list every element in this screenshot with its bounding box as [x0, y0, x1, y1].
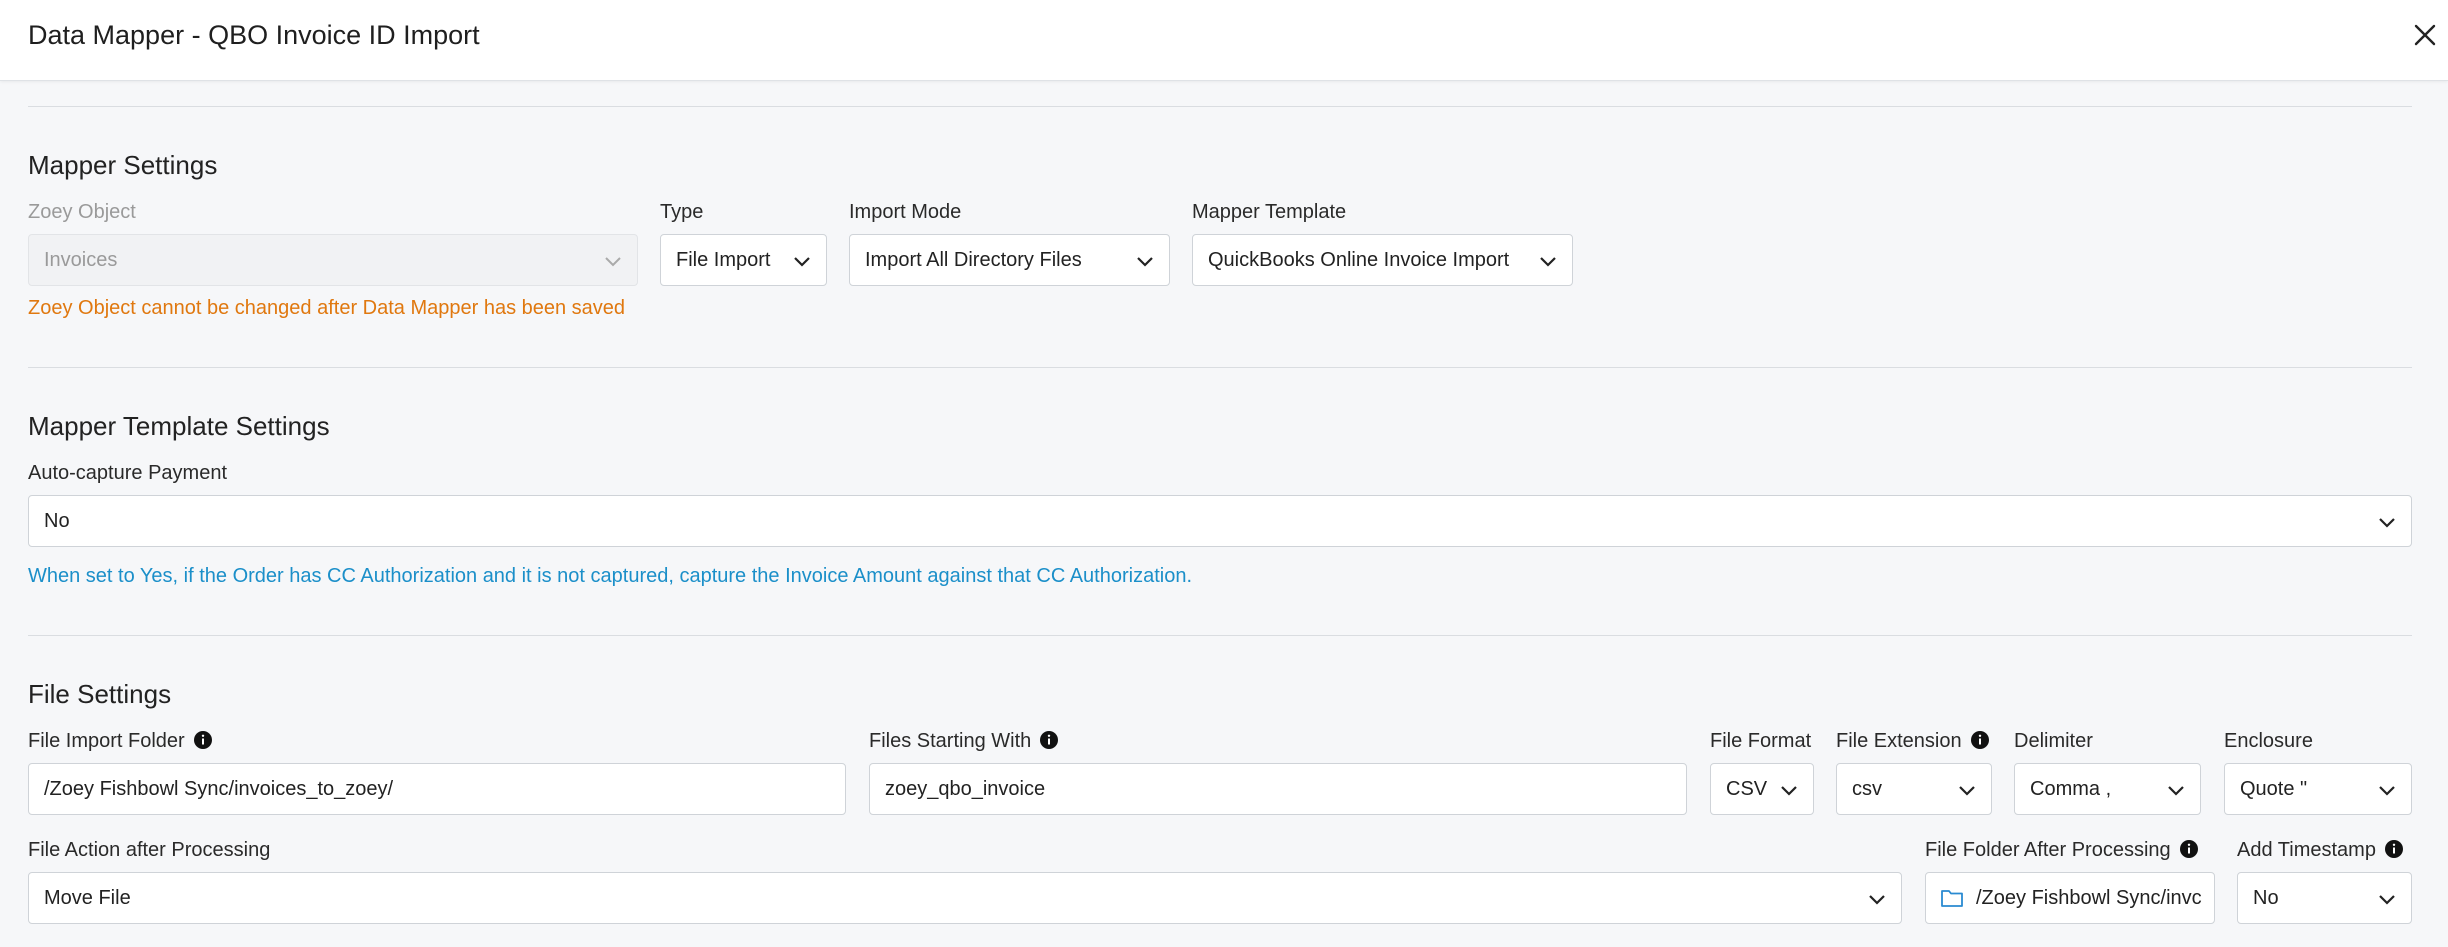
- delimiter-select[interactable]: Comma ,: [2014, 763, 2201, 815]
- info-icon[interactable]: [193, 730, 213, 750]
- chevron-down-icon: [1959, 786, 1975, 796]
- auto-capture-label: Auto-capture Payment: [28, 462, 227, 484]
- chevron-down-icon: [2379, 895, 2395, 905]
- files-starting-input[interactable]: zoey_qbo_invoice: [869, 763, 1687, 815]
- mapper-template-label: Mapper Template: [1192, 201, 1347, 223]
- auto-capture-select[interactable]: No: [28, 495, 2412, 547]
- file-extension-select[interactable]: csv: [1836, 763, 1992, 815]
- chevron-down-icon: [2379, 518, 2395, 528]
- add-timestamp-value: No: [2253, 887, 2279, 909]
- zoey-object-select: Invoices: [28, 234, 638, 286]
- enclosure-label: Enclosure: [2224, 730, 2313, 752]
- file-import-folder-input[interactable]: /Zoey Fishbowl Sync/invoices_to_zoey/: [28, 763, 846, 815]
- file-extension-label-text: File Extension: [1836, 730, 1962, 752]
- chevron-down-icon: [1137, 257, 1153, 267]
- divider: [28, 367, 2412, 368]
- chevron-down-icon: [794, 257, 810, 267]
- chevron-down-icon: [1781, 786, 1797, 796]
- info-icon[interactable]: [2179, 839, 2199, 859]
- import-mode-label: Import Mode: [849, 201, 962, 223]
- chevron-down-icon: [1540, 257, 1556, 267]
- chevron-down-icon: [1869, 895, 1885, 905]
- file-extension-label: File Extension: [1836, 730, 1990, 753]
- file-format-value: CSV: [1726, 778, 1768, 800]
- files-starting-label: Files Starting With: [869, 730, 1059, 753]
- type-select[interactable]: File Import: [660, 234, 827, 286]
- delimiter-label: Delimiter: [2014, 730, 2093, 752]
- zoey-object-warning: Zoey Object cannot be changed after Data…: [28, 297, 626, 319]
- folder-after-input[interactable]: /Zoey Fishbowl Sync/invc: [1925, 872, 2215, 924]
- info-icon[interactable]: [1970, 730, 1990, 750]
- close-icon[interactable]: [2410, 20, 2440, 50]
- add-timestamp-label: Add Timestamp: [2237, 839, 2404, 862]
- info-icon[interactable]: [2384, 839, 2404, 859]
- chevron-down-icon: [605, 257, 621, 267]
- mapper-template-select[interactable]: QuickBooks Online Invoice Import: [1192, 234, 1573, 286]
- folder-after-label: File Folder After Processing: [1925, 839, 2199, 862]
- mapper-settings-heading: Mapper Settings: [28, 150, 218, 180]
- folder-after-value: /Zoey Fishbowl Sync/invc: [1976, 887, 2202, 909]
- add-timestamp-select[interactable]: No: [2237, 872, 2412, 924]
- info-icon[interactable]: [1039, 730, 1059, 750]
- folder-icon[interactable]: [1940, 887, 1964, 909]
- enclosure-select[interactable]: Quote ": [2224, 763, 2412, 815]
- file-import-folder-value: /Zoey Fishbowl Sync/invoices_to_zoey/: [44, 778, 394, 800]
- delimiter-value: Comma ,: [2030, 778, 2112, 800]
- file-action-label: File Action after Processing: [28, 839, 271, 861]
- folder-after-label-text: File Folder After Processing: [1925, 839, 2171, 861]
- dialog-header: Data Mapper - QBO Invoice ID Import: [0, 0, 2448, 81]
- file-extension-value: csv: [1852, 778, 1882, 800]
- divider: [28, 635, 2412, 636]
- type-label: Type: [660, 201, 704, 223]
- zoey-object-value: Invoices: [44, 249, 118, 271]
- mapper-template-settings-heading: Mapper Template Settings: [28, 411, 330, 441]
- divider: [28, 106, 2412, 107]
- file-format-label: File Format: [1710, 730, 1812, 752]
- zoey-object-label: Zoey Object: [28, 201, 136, 223]
- file-action-select[interactable]: Move File: [28, 872, 1902, 924]
- auto-capture-hint: When set to Yes, if the Order has CC Aut…: [28, 565, 1193, 587]
- files-starting-label-text: Files Starting With: [869, 730, 1032, 752]
- enclosure-value: Quote ": [2240, 778, 2308, 800]
- add-timestamp-label-text: Add Timestamp: [2237, 839, 2376, 861]
- dialog-title: Data Mapper - QBO Invoice ID Import: [28, 20, 480, 50]
- files-starting-value: zoey_qbo_invoice: [885, 778, 1046, 800]
- auto-capture-value: No: [44, 510, 70, 532]
- chevron-down-icon: [2379, 786, 2395, 796]
- file-format-select[interactable]: CSV: [1710, 763, 1814, 815]
- file-import-folder-label-text: File Import Folder: [28, 730, 185, 752]
- mapper-template-value: QuickBooks Online Invoice Import: [1208, 249, 1510, 271]
- chevron-down-icon: [2168, 786, 2184, 796]
- file-import-folder-label: File Import Folder: [28, 730, 213, 753]
- file-action-value: Move File: [44, 887, 131, 909]
- import-mode-value: Import All Directory Files: [865, 249, 1082, 271]
- file-settings-heading: File Settings: [28, 679, 172, 709]
- type-value: File Import: [676, 249, 771, 271]
- import-mode-select[interactable]: Import All Directory Files: [849, 234, 1170, 286]
